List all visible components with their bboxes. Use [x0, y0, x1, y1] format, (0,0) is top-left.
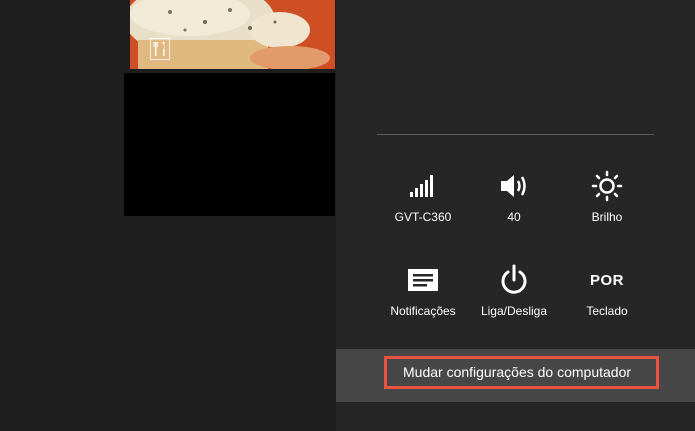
notifications-tile[interactable]: Notificações — [383, 262, 463, 318]
change-pc-settings-link[interactable]: Mudar configurações do computador — [384, 356, 659, 389]
black-app-tile[interactable] — [124, 73, 335, 216]
power-tile[interactable]: Liga/Desliga — [474, 262, 554, 318]
network-label: GVT-C360 — [394, 210, 452, 224]
brightness-tile[interactable]: Brilho — [567, 168, 647, 224]
speaker-icon — [501, 175, 526, 197]
signal-bars-icon — [410, 175, 433, 197]
fork-knife-icon — [150, 38, 170, 60]
change-pc-settings-bar: Mudar configurações do computador — [336, 349, 695, 402]
power-label: Liga/Desliga — [480, 304, 548, 318]
power-icon — [501, 264, 527, 294]
settings-charm: GVT-C360 40 Brilho Notificações Liga/Des… — [336, 0, 695, 431]
keyboard-tile[interactable]: POR Teclado — [567, 262, 647, 319]
brightness-label: Brilho — [591, 210, 623, 224]
network-tile[interactable]: GVT-C360 — [383, 168, 463, 224]
keyboard-language-indicator: POR — [589, 271, 624, 289]
start-screen — [0, 0, 336, 431]
keyboard-label: Teclado — [586, 304, 628, 318]
volume-tile[interactable]: 40 — [474, 168, 554, 224]
sun-brightness-icon — [591, 170, 623, 202]
food-app-tile[interactable] — [130, 0, 335, 69]
notifications-label: Notificações — [390, 304, 456, 318]
divider — [377, 134, 654, 135]
notifications-icon — [408, 269, 438, 291]
volume-label: 40 — [507, 210, 521, 224]
